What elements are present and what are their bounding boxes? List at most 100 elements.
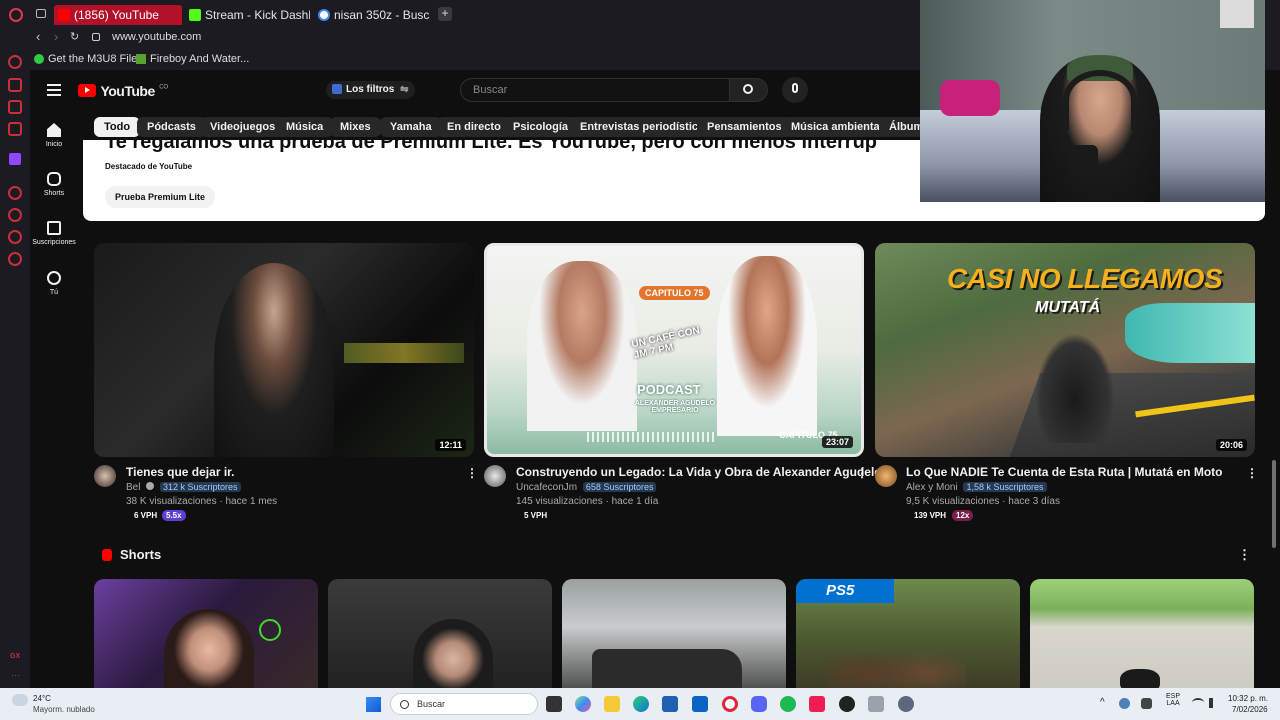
pinboard-icon[interactable] bbox=[8, 230, 22, 244]
channel-avatar[interactable] bbox=[875, 465, 897, 487]
weather-temp[interactable]: 24°C bbox=[33, 694, 51, 703]
chip-psicologia[interactable]: Psicología bbox=[503, 117, 579, 137]
bookmark-fireboy[interactable]: Fireboy And Water... bbox=[136, 53, 249, 65]
chip-mixes[interactable]: Mixes bbox=[330, 117, 381, 137]
vph-badge: 139 VPH bbox=[910, 510, 951, 521]
lock-icon bbox=[92, 33, 100, 41]
settings-icon[interactable] bbox=[8, 252, 22, 266]
file-explorer-icon[interactable] bbox=[604, 696, 620, 712]
search-input[interactable]: Buscar bbox=[460, 78, 730, 102]
chip-videojuegos[interactable]: Videojuegos bbox=[200, 117, 286, 137]
channel-avatar[interactable] bbox=[484, 465, 506, 487]
clock-time[interactable]: 10:32 p. m. bbox=[1228, 694, 1268, 703]
video-title[interactable]: Construyendo un Legado: La Vida y Obra d… bbox=[516, 465, 882, 479]
lang-indicator[interactable]: ESP LAA bbox=[1166, 693, 1180, 707]
messenger-icon[interactable] bbox=[8, 100, 22, 114]
sidebar-app-icon[interactable] bbox=[8, 78, 22, 92]
opera-logo-icon[interactable] bbox=[9, 8, 23, 22]
chip-pensamientos[interactable]: Pensamientos bbox=[697, 117, 792, 137]
reload-icon[interactable]: ↻ bbox=[70, 30, 79, 43]
wifi-icon[interactable] bbox=[1192, 698, 1204, 707]
tray-chevron-icon[interactable]: ^ bbox=[1100, 697, 1105, 708]
opera-gx-icon[interactable] bbox=[722, 696, 738, 712]
tab-youtube[interactable]: (1856) YouTube bbox=[54, 5, 182, 25]
short-thumbnail[interactable] bbox=[94, 579, 318, 688]
back-icon[interactable]: ‹ bbox=[36, 29, 40, 44]
store-icon[interactable] bbox=[662, 696, 678, 712]
person-figure bbox=[164, 609, 254, 688]
chip-yamaha[interactable]: Yamaha bbox=[380, 117, 442, 137]
video-title[interactable]: Lo Que NADIE Te Cuenta de Esta Ruta | Mu… bbox=[906, 465, 1223, 479]
spotify-icon[interactable] bbox=[780, 696, 796, 712]
nav-shorts[interactable]: Shorts bbox=[30, 172, 78, 197]
chip-todo[interactable]: Todo bbox=[94, 117, 141, 137]
video-channel[interactable]: Bel 312 k Suscriptores bbox=[126, 482, 241, 493]
settings-app-icon[interactable] bbox=[898, 696, 914, 712]
forward-icon[interactable]: › bbox=[54, 29, 58, 44]
shorts-more-icon[interactable]: ⋮ bbox=[1238, 547, 1251, 563]
gx-icon[interactable]: GX bbox=[10, 653, 20, 660]
search-button[interactable] bbox=[730, 78, 768, 102]
new-tab-button[interactable]: + bbox=[438, 7, 452, 21]
promo-button[interactable]: Prueba Premium Lite bbox=[105, 186, 216, 208]
short-thumbnail[interactable]: PS5 bbox=[796, 579, 1020, 688]
chip-musica[interactable]: Música bbox=[276, 117, 334, 137]
twitch-icon[interactable] bbox=[9, 153, 21, 165]
more-actions-icon[interactable]: ⋮ bbox=[856, 466, 868, 480]
start-icon[interactable] bbox=[366, 697, 381, 712]
bookmark-m3u8[interactable]: Get the M3U8 File... bbox=[34, 53, 146, 65]
chip-musica-ambiental[interactable]: Música ambiental bbox=[781, 117, 893, 137]
video-meta: 38 K visualizaciones · hace 1 mes bbox=[126, 496, 278, 507]
url-field[interactable]: www.youtube.com bbox=[112, 31, 201, 43]
chip-en-directo[interactable]: En directo bbox=[437, 117, 511, 137]
more-actions-icon[interactable]: ⋮ bbox=[1246, 466, 1258, 480]
video-channel[interactable]: Alex y Moni 1,58 k Suscriptores bbox=[906, 482, 1047, 493]
car bbox=[592, 649, 742, 688]
obs-icon[interactable] bbox=[839, 696, 855, 712]
tab-kick[interactable]: Stream - Kick Dashboard bbox=[185, 5, 310, 25]
voice-search-button[interactable] bbox=[782, 77, 808, 103]
multiplier-badge: 5.5x bbox=[162, 510, 186, 521]
video-thumbnail[interactable]: CASI NO LLEGAMOS MUTATÁ 20:06 bbox=[875, 243, 1255, 457]
video-thumbnail[interactable]: CAPITULO 75 UN CAFÉ CON JM 7 PM PODCAST … bbox=[484, 243, 864, 457]
history-icon[interactable] bbox=[8, 208, 22, 222]
aria-icon[interactable] bbox=[8, 55, 22, 69]
vph-badge: 5 VPH bbox=[520, 510, 552, 521]
app-icon[interactable] bbox=[868, 696, 884, 712]
more-icon[interactable]: ··· bbox=[11, 670, 20, 680]
taskbar-search[interactable]: Buscar bbox=[390, 693, 538, 715]
nav-tu[interactable]: Tú bbox=[30, 271, 78, 296]
clock-date[interactable]: 7/02/2026 bbox=[1232, 705, 1268, 714]
video-channel[interactable]: UncafeconJm 658 Suscriptores bbox=[516, 482, 657, 493]
video-title[interactable]: Tienes que dejar ir. bbox=[126, 465, 235, 479]
workspace-icon[interactable] bbox=[36, 9, 46, 18]
more-actions-icon[interactable]: ⋮ bbox=[466, 466, 478, 480]
nav-inicio[interactable]: Inicio bbox=[30, 123, 78, 148]
tiktok-icon[interactable] bbox=[809, 696, 825, 712]
filters-button[interactable]: Los filtros ⇋ bbox=[326, 81, 415, 99]
weather-desc[interactable]: Mayorm. nublado bbox=[33, 705, 95, 714]
video-thumbnail[interactable]: 12:11 bbox=[94, 243, 474, 457]
chip-podcasts[interactable]: Pódcasts bbox=[137, 117, 206, 137]
copilot-icon[interactable] bbox=[575, 696, 591, 712]
page-scrollbar[interactable] bbox=[1272, 460, 1276, 548]
outlook-icon[interactable] bbox=[692, 696, 708, 712]
short-thumbnail[interactable] bbox=[562, 579, 786, 688]
player-icon[interactable] bbox=[8, 186, 22, 200]
promo-subtitle: Destacado de YouTube bbox=[105, 162, 193, 171]
short-thumbnail[interactable] bbox=[1030, 579, 1254, 688]
tab-google[interactable]: nisan 350z - Buscar con G bbox=[314, 5, 430, 25]
volume-icon[interactable] bbox=[1209, 698, 1219, 708]
task-view-icon[interactable] bbox=[546, 696, 562, 712]
multiplier-badge: 12x bbox=[952, 510, 974, 521]
channel-avatar[interactable] bbox=[94, 465, 116, 487]
gmail-icon[interactable] bbox=[8, 122, 22, 136]
tray-app-icon[interactable] bbox=[1141, 698, 1152, 709]
edge-icon[interactable] bbox=[633, 696, 649, 712]
tray-app-icon[interactable] bbox=[1119, 698, 1130, 709]
discord-icon[interactable] bbox=[751, 696, 767, 712]
menu-icon[interactable] bbox=[47, 84, 61, 96]
short-thumbnail[interactable] bbox=[328, 579, 552, 688]
nav-suscripciones[interactable]: Suscripciones bbox=[30, 221, 78, 246]
youtube-logo[interactable]: YouTube CO bbox=[78, 82, 168, 100]
